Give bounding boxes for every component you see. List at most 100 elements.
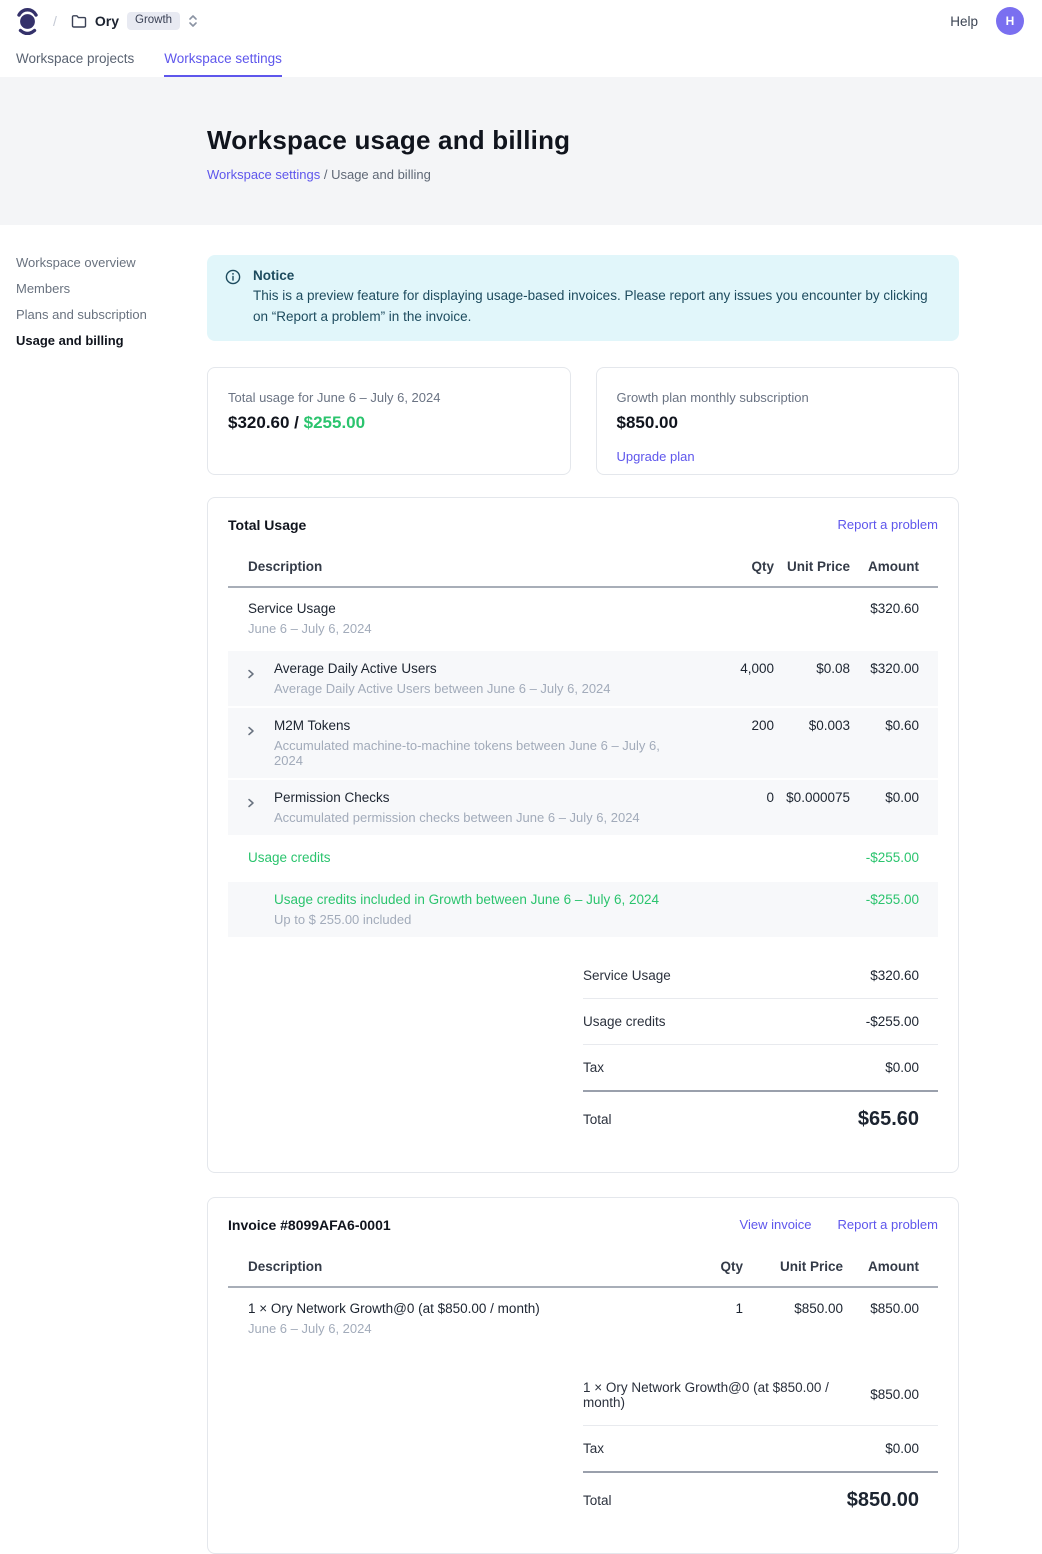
summary-row: 1 × Ory Network Growth@0 (at $850.00 / m… xyxy=(583,1365,938,1426)
summary-row: Service Usage $320.60 xyxy=(583,953,938,999)
invoice-table-header: Description Qty Unit Price Amount xyxy=(228,1249,938,1288)
workspace-name: Ory xyxy=(95,13,119,29)
summary-total-row: Total $65.60 xyxy=(583,1092,938,1146)
table-row: Permission Checks Accumulated permission… xyxy=(228,780,938,835)
chevron-right-icon[interactable] xyxy=(228,790,274,808)
subscription-label: Growth plan monthly subscription xyxy=(617,390,939,405)
table-row: Service Usage June 6 – July 6, 2024 $320… xyxy=(228,588,938,649)
usage-report-problem-link[interactable]: Report a problem xyxy=(838,517,938,532)
row-amount: $320.60 xyxy=(850,601,938,616)
subscription-card: Growth plan monthly subscription $850.00… xyxy=(596,367,960,475)
breadcrumb: Workspace settings / Usage and billing xyxy=(207,167,1042,182)
summary-total-row: Total $850.00 xyxy=(583,1473,938,1527)
table-row: Usage credits included in Growth between… xyxy=(228,882,938,937)
col-amount: Amount xyxy=(850,559,938,574)
notice-body: This is a preview feature for displaying… xyxy=(253,286,941,328)
settings-sidebar: Workspace overview Members Plans and sub… xyxy=(0,225,207,1554)
row-subtitle: June 6 – July 6, 2024 xyxy=(248,621,690,636)
topbar-left: / Ory Growth xyxy=(16,7,198,35)
col-qty: Qty xyxy=(679,1259,743,1274)
col-unit-price: Unit Price xyxy=(743,1259,843,1274)
usage-table: Description Qty Unit Price Amount Servic… xyxy=(228,549,938,937)
sidebar-item-workspace-overview[interactable]: Workspace overview xyxy=(16,256,207,269)
col-description: Description xyxy=(228,1259,679,1274)
topbar-right: Help H xyxy=(950,7,1024,35)
row-subtitle: Accumulated machine-to-machine tokens be… xyxy=(274,738,690,768)
ory-logo-icon[interactable] xyxy=(16,7,39,35)
usage-table-header: Description Qty Unit Price Amount xyxy=(228,549,938,588)
plan-badge: Growth xyxy=(127,12,180,30)
row-amount: $320.00 xyxy=(850,661,938,676)
row-unit-price: $0.08 xyxy=(774,661,850,676)
breadcrumb-workspace-settings[interactable]: Workspace settings xyxy=(207,167,320,182)
selector-icon xyxy=(188,13,198,29)
invoice-table: Description Qty Unit Price Amount 1 × Or… xyxy=(228,1249,938,1349)
total-usage-card: Total usage for June 6 – July 6, 2024 $3… xyxy=(207,367,571,475)
stat-cards: Total usage for June 6 – July 6, 2024 $3… xyxy=(207,367,959,475)
page-header: Workspace usage and billing Workspace se… xyxy=(0,77,1042,225)
usage-summary: Service Usage $320.60 Usage credits -$25… xyxy=(583,953,938,1146)
table-row: M2M Tokens Accumulated machine-to-machin… xyxy=(228,708,938,778)
folder-icon xyxy=(71,14,87,28)
usage-panel: Total Usage Report a problem Description… xyxy=(207,497,959,1173)
row-amount: -$255.00 xyxy=(850,892,938,907)
invoice-summary: 1 × Ory Network Growth@0 (at $850.00 / m… xyxy=(583,1365,938,1527)
row-title: M2M Tokens xyxy=(274,718,690,733)
user-avatar[interactable]: H xyxy=(996,7,1024,35)
col-qty: Qty xyxy=(690,559,774,574)
summary-row: Tax $0.00 xyxy=(583,1426,938,1473)
table-row: 1 × Ory Network Growth@0 (at $850.00 / m… xyxy=(228,1288,938,1349)
breadcrumb-separator: / xyxy=(324,167,328,182)
summary-row: Usage credits -$255.00 xyxy=(583,999,938,1045)
row-qty: 0 xyxy=(690,790,774,805)
preview-notice: Notice This is a preview feature for dis… xyxy=(207,255,959,341)
usage-panel-title: Total Usage xyxy=(228,517,306,533)
notice-text: Notice This is a preview feature for dis… xyxy=(253,268,941,328)
invoice-report-problem-link[interactable]: Report a problem xyxy=(838,1217,938,1232)
row-amount: $0.00 xyxy=(850,790,938,805)
content: Workspace overview Members Plans and sub… xyxy=(0,225,1042,1554)
row-qty: 4,000 xyxy=(690,661,774,676)
row-amount: $850.00 xyxy=(843,1301,938,1316)
total-usage-value: $320.60 / $255.00 xyxy=(228,413,550,433)
col-unit-price: Unit Price xyxy=(774,559,850,574)
row-title: 1 × Ory Network Growth@0 (at $850.00 / m… xyxy=(248,1301,679,1316)
row-title: Average Daily Active Users xyxy=(274,661,690,676)
chevron-right-icon[interactable] xyxy=(228,718,274,736)
row-amount: $0.60 xyxy=(850,718,938,733)
tab-workspace-settings[interactable]: Workspace settings xyxy=(164,42,282,77)
usage-amount: $320.60 / xyxy=(228,413,299,432)
workspace-switcher[interactable]: Ory Growth xyxy=(71,12,198,30)
row-title: Service Usage xyxy=(248,601,690,616)
col-description: Description xyxy=(228,559,690,574)
sidebar-item-usage-and-billing[interactable]: Usage and billing xyxy=(16,334,207,347)
row-subtitle: June 6 – July 6, 2024 xyxy=(248,1321,679,1336)
breadcrumb-current: Usage and billing xyxy=(331,167,431,182)
tab-workspace-projects[interactable]: Workspace projects xyxy=(16,42,134,77)
sidebar-item-members[interactable]: Members xyxy=(16,282,207,295)
usage-panel-head: Total Usage Report a problem xyxy=(228,517,938,533)
main-column: Notice This is a preview feature for dis… xyxy=(207,225,959,1554)
chevron-right-icon[interactable] xyxy=(228,661,274,679)
invoice-title: Invoice #8099AFA6-0001 xyxy=(228,1217,391,1233)
invoice-panel-head: Invoice #8099AFA6-0001 View invoice Repo… xyxy=(228,1217,938,1233)
view-invoice-link[interactable]: View invoice xyxy=(740,1217,812,1232)
row-unit-price: $850.00 xyxy=(743,1301,843,1316)
workspace-tabs: Workspace projects Workspace settings xyxy=(0,42,1042,77)
row-qty: 200 xyxy=(690,718,774,733)
row-title: Usage credits xyxy=(248,850,690,865)
help-link[interactable]: Help xyxy=(950,14,978,29)
table-row: Usage credits -$255.00 xyxy=(228,835,938,880)
row-unit-price: $0.003 xyxy=(774,718,850,733)
page-title: Workspace usage and billing xyxy=(207,125,1042,156)
summary-row: Tax $0.00 xyxy=(583,1045,938,1092)
total-usage-label: Total usage for June 6 – July 6, 2024 xyxy=(228,390,550,405)
upgrade-plan-link[interactable]: Upgrade plan xyxy=(617,449,695,464)
info-icon xyxy=(225,268,241,328)
row-subtitle: Average Daily Active Users between June … xyxy=(274,681,690,696)
sidebar-item-plans-and-subscription[interactable]: Plans and subscription xyxy=(16,308,207,321)
row-qty: 1 xyxy=(679,1301,743,1316)
invoice-panel: Invoice #8099AFA6-0001 View invoice Repo… xyxy=(207,1197,959,1554)
row-title: Usage credits included in Growth between… xyxy=(274,892,690,907)
path-separator: / xyxy=(53,13,57,29)
